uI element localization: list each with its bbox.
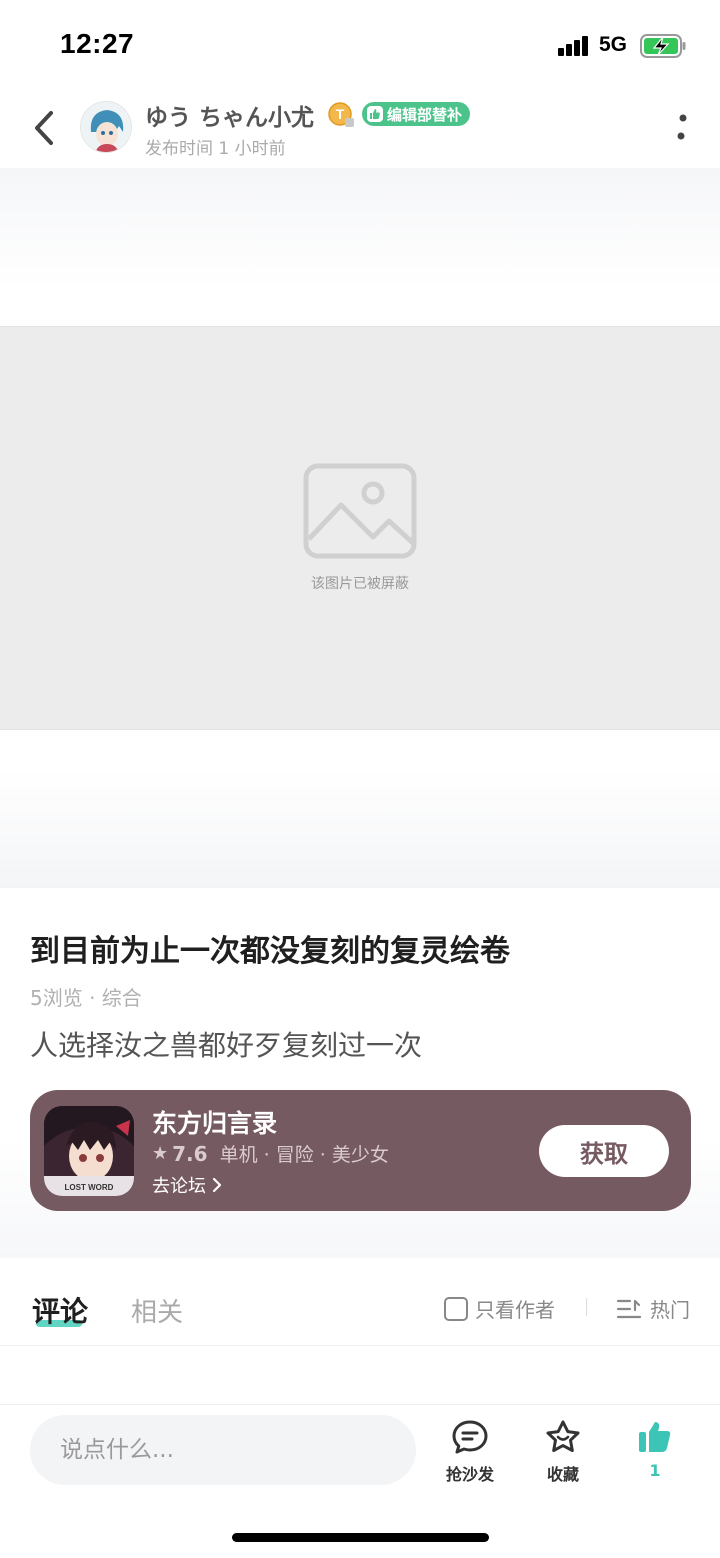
- back-button[interactable]: [26, 106, 62, 150]
- like-count: 1: [649, 1461, 661, 1480]
- back-arrow-icon: [35, 111, 53, 145]
- star-outline-icon: [546, 1420, 580, 1452]
- status-time: 12:27: [60, 28, 135, 59]
- post-time: 发布时间 1 小时前: [145, 139, 286, 159]
- game-rating: 7.6: [172, 1141, 208, 1166]
- image-placeholder-icon: [303, 463, 417, 559]
- battery-charging-icon: [640, 34, 686, 58]
- level-badge-icon: T: [328, 102, 354, 127]
- signal-icon: [558, 36, 590, 56]
- get-game-button[interactable]: 获取: [539, 1125, 669, 1177]
- game-info: ★ 7.6 单机 · 冒险 · 美少女: [152, 1140, 389, 1167]
- sofa-button[interactable]: 抢沙发: [430, 1419, 510, 1485]
- forum-link-label: 去论坛: [152, 1176, 206, 1197]
- more-vertical-icon: [677, 114, 687, 140]
- like-button[interactable]: 1: [615, 1419, 695, 1480]
- post-header: ゆう ちゃん小尤 T 编辑部替补 发布时间 1 小时前: [0, 88, 720, 168]
- post-meta: 5浏览 · 综合: [30, 982, 142, 1011]
- star-icon: ★: [152, 1143, 169, 1164]
- more-options-button[interactable]: [670, 106, 694, 150]
- bottom-bar: 抢沙发 收藏 1: [0, 1404, 720, 1558]
- author-only-toggle[interactable]: 只看作者: [444, 1294, 555, 1323]
- avatar-image: [81, 102, 131, 152]
- network-type: 5G: [599, 33, 628, 56]
- favorite-label: 收藏: [546, 1465, 579, 1484]
- post-body: 人选择汝之兽都好歹复刻过一次: [30, 1029, 423, 1062]
- game-tags: 单机 · 冒险 · 美少女: [219, 1144, 389, 1166]
- comment-tabs: 评论 相关 只看作者 热门: [0, 1258, 720, 1346]
- game-name: 东方归言录: [152, 1109, 278, 1138]
- thumbs-up-icon: [367, 106, 383, 122]
- avatar[interactable]: [80, 101, 132, 153]
- view-count: 5浏览: [30, 986, 83, 1010]
- svg-text:LOST WORD: LOST WORD: [65, 1183, 114, 1192]
- post-category[interactable]: · 综合: [89, 986, 142, 1010]
- tab-comments[interactable]: 评论: [32, 1290, 88, 1330]
- svg-text:T: T: [336, 106, 345, 122]
- sort-icon: [616, 1299, 642, 1318]
- forum-link[interactable]: 去论坛: [152, 1172, 222, 1198]
- game-icon: LOST WORD: [44, 1106, 134, 1196]
- blocked-image-text: 该图片已被屏蔽: [311, 576, 409, 592]
- role-badge: 编辑部替补: [362, 102, 471, 126]
- game-card[interactable]: LOST WORD 东方归言录 ★ 7.6 单机 · 冒险 · 美少女 去论坛 …: [30, 1090, 691, 1211]
- author-only-label: 只看作者: [475, 1298, 555, 1322]
- favorite-button[interactable]: 收藏: [523, 1419, 603, 1485]
- checkbox-icon: [444, 1296, 468, 1321]
- sort-label: 热门: [650, 1298, 690, 1322]
- role-badge-label: 编辑部替补: [387, 105, 463, 124]
- status-bar: 12:27 5G: [0, 0, 720, 88]
- sort-button[interactable]: 热门: [616, 1294, 690, 1323]
- comment-bubble-icon: [452, 1420, 488, 1454]
- thumbs-up-filled-icon: [639, 1422, 671, 1452]
- sofa-label: 抢沙发: [445, 1465, 494, 1484]
- comment-input[interactable]: [30, 1415, 416, 1485]
- blocked-image[interactable]: 该图片已被屏蔽: [0, 326, 720, 730]
- user-name[interactable]: ゆう ちゃん小尤: [145, 98, 314, 132]
- tab-related[interactable]: 相关: [131, 1292, 183, 1329]
- chevron-right-icon: [212, 1177, 222, 1193]
- divider: [586, 1298, 587, 1316]
- home-indicator: [232, 1533, 489, 1542]
- post-title: 到目前为止一次都没复刻的复灵绘卷: [30, 934, 510, 969]
